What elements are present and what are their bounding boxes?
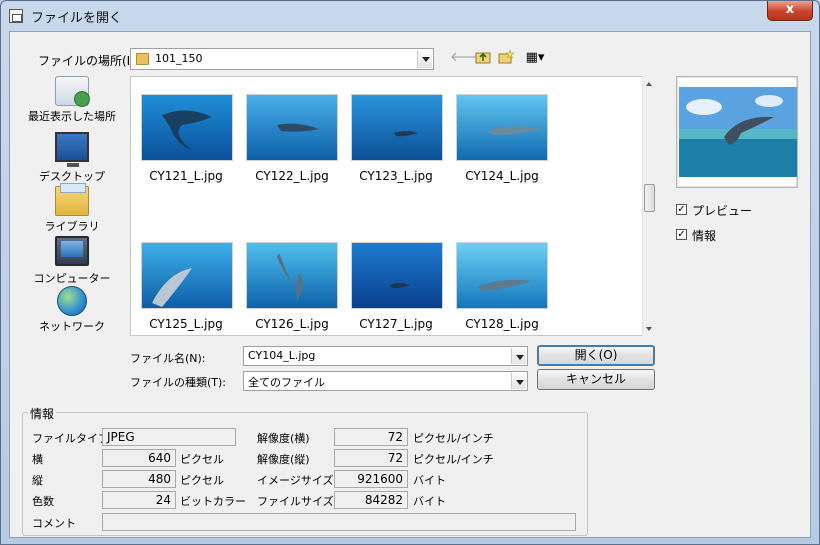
cancel-button[interactable]: キャンセル xyxy=(537,369,655,390)
info-vres-label: 解像度(縦) xyxy=(257,453,310,466)
preview-image xyxy=(679,87,797,177)
place-label: ネットワーク xyxy=(39,320,105,333)
title-bar: ファイルを開く x xyxy=(1,1,819,31)
location-label: ファイルの場所(I): xyxy=(38,54,139,68)
file-thumbnail[interactable] xyxy=(351,94,443,161)
chevron-down-icon[interactable] xyxy=(511,348,526,364)
chevron-down-icon[interactable] xyxy=(511,373,526,389)
open-button[interactable]: 開く(O) xyxy=(537,345,655,366)
file-thumbnail[interactable] xyxy=(246,242,338,309)
info-vres-value: 72 xyxy=(334,449,408,467)
dialog-body: ファイルの場所(I): 101_150 🡐 ▦▾ 最近表示した場所 デスクトップ xyxy=(9,31,811,538)
file-name[interactable]: CY125_L.jpg xyxy=(131,317,241,331)
info-hres-label: 解像度(横) xyxy=(257,432,310,445)
folder-icon xyxy=(136,53,149,65)
info-hres-value: 72 xyxy=(334,428,408,446)
view-menu-icon[interactable]: ▦▾ xyxy=(520,50,550,66)
network-icon xyxy=(57,286,87,316)
up-folder-icon[interactable] xyxy=(474,50,492,66)
info-height-unit: ピクセル xyxy=(180,474,224,487)
file-list-scrollbar[interactable] xyxy=(642,76,655,336)
places-bar: 最近表示した場所 デスクトップ ライブラリ コンピューター ネットワーク xyxy=(22,76,122,336)
new-folder-icon[interactable] xyxy=(497,49,515,66)
info-hres-unit: ピクセル/インチ xyxy=(413,432,494,445)
preview-image-frame xyxy=(676,76,798,188)
info-filetype-value: JPEG xyxy=(102,428,236,446)
info-group-title: 情報 xyxy=(28,405,57,422)
info-comment-value xyxy=(102,513,576,531)
location-value: 101_150 xyxy=(155,52,203,65)
window-title: ファイルを開く xyxy=(31,11,123,26)
place-label: 最近表示した場所 xyxy=(28,110,116,123)
filename-value: CY104_L.jpg xyxy=(248,349,316,362)
file-thumbnail[interactable] xyxy=(456,94,548,161)
file-thumbnail[interactable] xyxy=(141,94,233,161)
library-icon xyxy=(55,183,89,216)
info-height-value: 480 xyxy=(102,470,176,488)
place-network[interactable]: ネットワーク xyxy=(22,286,122,334)
info-colors-label: 色数 xyxy=(32,495,54,508)
filename-input[interactable]: CY104_L.jpg xyxy=(243,346,528,366)
info-checkbox-label: 情報 xyxy=(692,229,717,243)
app-icon xyxy=(9,9,23,23)
info-imgsize-unit: バイト xyxy=(413,474,446,487)
close-button[interactable]: x xyxy=(767,1,813,21)
file-list[interactable]: CY121_L.jpg CY122_L.jpg CY123_L.jpg CY12… xyxy=(130,76,653,336)
place-recent[interactable]: 最近表示した場所 xyxy=(22,76,122,124)
info-width-label: 横 xyxy=(32,453,43,466)
info-checkbox[interactable]: ✓ xyxy=(676,229,687,240)
info-filesize-value: 84282 xyxy=(334,491,408,509)
location-combo[interactable]: 101_150 xyxy=(130,48,434,70)
preview-checkbox[interactable]: ✓ xyxy=(676,204,687,215)
place-label: コンピューター xyxy=(33,272,111,285)
place-desktop[interactable]: デスクトップ xyxy=(22,132,122,184)
info-vres-unit: ピクセル/インチ xyxy=(413,453,494,466)
info-filesize-label: ファイルサイズ xyxy=(257,495,334,508)
info-width-value: 640 xyxy=(102,449,176,467)
place-computer[interactable]: コンピューター xyxy=(22,236,122,286)
file-name[interactable]: CY128_L.jpg xyxy=(447,317,557,331)
file-name[interactable]: CY124_L.jpg xyxy=(447,169,557,183)
place-library[interactable]: ライブラリ xyxy=(22,183,122,234)
filename-label: ファイル名(N): xyxy=(130,352,206,365)
info-imgsize-label: イメージサイズ xyxy=(257,474,334,487)
file-thumbnail[interactable] xyxy=(246,94,338,161)
info-colors-unit: ビットカラー xyxy=(180,495,246,508)
file-name[interactable]: CY121_L.jpg xyxy=(131,169,241,183)
scroll-down-icon[interactable] xyxy=(646,327,652,331)
scroll-thumb[interactable] xyxy=(644,184,655,212)
computer-icon xyxy=(55,236,89,266)
place-label: ライブラリ xyxy=(44,220,100,233)
file-thumbnail[interactable] xyxy=(141,242,233,309)
filetype-value: 全てのファイル xyxy=(248,376,325,389)
info-filetype-label: ファイルタイプ xyxy=(32,432,109,445)
info-colors-value: 24 xyxy=(102,491,176,509)
info-height-label: 縦 xyxy=(32,474,43,487)
file-name[interactable]: CY122_L.jpg xyxy=(237,169,347,183)
info-filesize-unit: バイト xyxy=(413,495,446,508)
place-label: デスクトップ xyxy=(39,170,105,183)
info-imgsize-value: 921600 xyxy=(334,470,408,488)
scroll-up-icon[interactable] xyxy=(646,82,652,86)
file-name[interactable]: CY126_L.jpg xyxy=(237,317,347,331)
info-width-unit: ピクセル xyxy=(180,453,224,466)
info-comment-label: コメント xyxy=(32,517,76,530)
filetype-select[interactable]: 全てのファイル xyxy=(243,371,528,391)
file-name[interactable]: CY127_L.jpg xyxy=(341,317,451,331)
file-thumbnail[interactable] xyxy=(351,242,443,309)
recent-places-icon xyxy=(55,76,90,107)
desktop-icon xyxy=(55,132,89,167)
file-name[interactable]: CY123_L.jpg xyxy=(341,169,451,183)
filetype-label: ファイルの種類(T): xyxy=(130,376,227,389)
open-file-dialog: ファイルを開く x ファイルの場所(I): 101_150 🡐 ▦▾ 最近表示し… xyxy=(0,0,820,545)
preview-checkbox-label: プレビュー xyxy=(692,204,753,218)
back-icon[interactable]: 🡐 xyxy=(450,50,485,66)
chevron-down-icon[interactable] xyxy=(417,50,432,68)
file-thumbnail[interactable] xyxy=(456,242,548,309)
